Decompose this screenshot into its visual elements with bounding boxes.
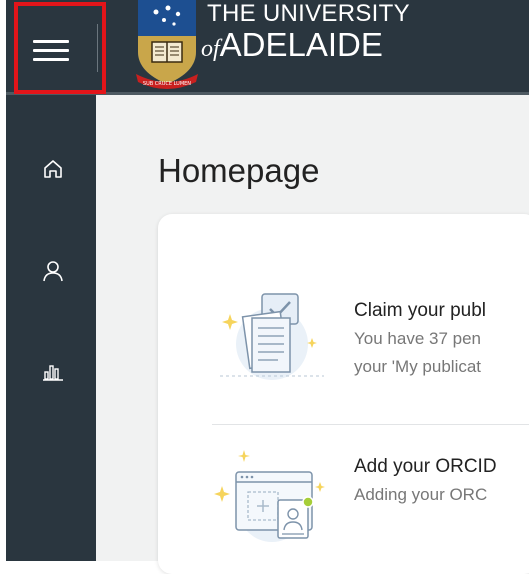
add-orcid-illustration: [212, 450, 332, 555]
sidebar-item-home[interactable]: [39, 155, 67, 183]
claim-publications-illustration: [212, 284, 332, 389]
logo-text-of: of: [201, 36, 220, 62]
logo-text-adelaide: ofADELAIDE: [201, 26, 383, 68]
logo-text-name: ADELAIDE: [219, 26, 383, 63]
logo-text-university: THE UNIVERSITY: [207, 0, 410, 27]
task-title-add-orcid[interactable]: Add your ORCID: [354, 456, 497, 478]
task-desc-claim-line2: your 'My publicat: [354, 357, 482, 376]
task-desc-orcid-line1: Adding your ORC: [354, 485, 488, 504]
user-icon: [43, 261, 63, 282]
task-title-claim-publications[interactable]: Claim your publ: [354, 300, 486, 322]
sidebar-item-profile[interactable]: [39, 257, 67, 285]
home-icon: [44, 160, 62, 178]
university-crest-logo[interactable]: SUB CRUCE LUMEN: [134, 0, 200, 92]
logo-motto: SUB CRUCE LUMEN: [143, 81, 191, 87]
sidebar-nav: [6, 95, 96, 561]
page-title: Homepage: [158, 152, 320, 189]
bar-chart-icon: [43, 365, 63, 381]
sidebar-item-analytics[interactable]: [39, 357, 67, 385]
task-desc-claim-line1: You have 37 pen: [354, 329, 481, 348]
menu-separator: [97, 24, 98, 72]
task-divider: [212, 424, 529, 425]
menu-button[interactable]: [14, 2, 106, 94]
